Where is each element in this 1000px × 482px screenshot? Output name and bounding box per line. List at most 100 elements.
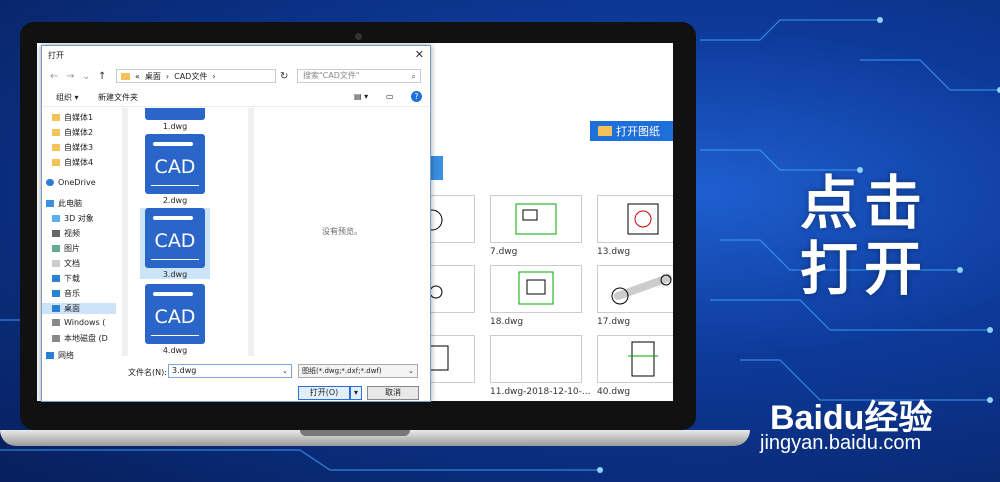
video-icon — [52, 230, 60, 237]
file-item-3[interactable]: CAD 3.dwg — [140, 208, 210, 279]
nav-item-media2[interactable]: 自媒体2 — [52, 127, 93, 138]
thumbnail-partial[interactable] — [427, 335, 475, 383]
search-icon: ⌕ — [411, 72, 416, 81]
chevron-down-icon[interactable]: ⌄ — [82, 71, 90, 82]
view-options-icon[interactable]: ▤ ▾ — [354, 92, 368, 101]
forward-arrow-icon[interactable]: → — [66, 71, 74, 82]
nav-item-onedrive[interactable]: OneDrive — [46, 178, 96, 187]
cancel-button[interactable]: 取消 — [367, 386, 419, 400]
webcam — [355, 33, 362, 40]
nav-scrollbar[interactable] — [122, 108, 128, 356]
open-drawing-label: 打开图纸 — [616, 125, 660, 138]
network-icon — [46, 352, 54, 359]
open-dropdown-button[interactable]: ▾ — [350, 386, 362, 400]
file-item-1[interactable]: 1.dwg — [140, 108, 210, 131]
new-folder-button[interactable]: 新建文件夹 — [98, 92, 138, 103]
breadcrumb-root: « — [135, 71, 140, 81]
back-arrow-icon[interactable]: ← — [50, 71, 58, 82]
cube-icon — [52, 215, 60, 222]
organize-button[interactable]: 组织 ▾ — [56, 92, 79, 103]
nav-item-network[interactable]: 网络 — [46, 350, 74, 361]
thumbnail-label: 11.dwg-2018-12-10-... — [490, 387, 591, 397]
cad-file-icon: CAD — [145, 208, 205, 268]
filename-label: 文件名(N): — [128, 368, 167, 377]
file-list: 1.dwg CAD 2.dwg CAD 3.dwg CAD 4.dwg — [130, 108, 250, 358]
refresh-icon[interactable]: ↻ — [280, 71, 288, 82]
file-scrollbar[interactable] — [248, 108, 254, 356]
search-placeholder: 搜索"CAD文件" — [303, 71, 360, 80]
picture-icon — [52, 245, 60, 252]
folder-icon — [121, 72, 130, 80]
nav-item-windows-drive[interactable]: Windows ( — [52, 318, 105, 327]
preview-message: 没有预览。 — [322, 227, 362, 236]
nav-item-music[interactable]: 音乐 — [52, 288, 80, 299]
chevron-down-icon[interactable]: ⌄ — [282, 365, 288, 377]
preview-pane: 没有预览。 — [257, 108, 427, 358]
thumbnail-label: 17.dwg — [597, 317, 631, 327]
computer-icon — [46, 200, 54, 207]
search-input[interactable]: 搜索"CAD文件" ⌕ — [297, 69, 421, 83]
breadcrumb[interactable]: « 桌面 › CAD文件 › — [116, 69, 276, 83]
thumbnail-11[interactable] — [490, 335, 582, 383]
nav-item-3d[interactable]: 3D 对象 — [52, 213, 94, 224]
preview-pane-icon[interactable]: ▭ — [386, 92, 394, 101]
drive-icon — [52, 319, 60, 326]
thumbnail-7[interactable] — [490, 195, 582, 243]
breadcrumb-cad[interactable]: CAD文件 — [174, 71, 207, 82]
thumbnail-partial[interactable] — [421, 195, 475, 243]
nav-item-pictures[interactable]: 图片 — [52, 243, 80, 254]
download-icon — [52, 275, 60, 282]
folder-icon — [52, 129, 60, 136]
nav-item-local-disk[interactable]: 本地磁盘 (D — [52, 333, 108, 344]
navigation-pane: 自媒体1 自媒体2 自媒体3 自媒体4 OneDrive 此电脑 3D 对象 视… — [42, 108, 122, 361]
laptop-notch — [300, 430, 410, 436]
thumbnail-40[interactable] — [597, 335, 673, 383]
open-file-dialog: 打开 ✕ ← → ⌄ ↑ « 桌面 › CAD文件 › ↻ 搜索"CAD文件" … — [41, 45, 431, 402]
help-icon[interactable]: ? — [411, 91, 422, 102]
nav-item-media3[interactable]: 自媒体3 — [52, 142, 93, 153]
close-icon[interactable]: ✕ — [415, 48, 424, 61]
caption: 点击 打开 — [800, 170, 928, 302]
thumbnail-18[interactable] — [490, 265, 582, 313]
address-row: ← → ⌄ ↑ « 桌面 › CAD文件 › ↻ 搜索"CAD文件" ⌕ — [42, 68, 430, 86]
file-item-2[interactable]: CAD 2.dwg — [140, 134, 210, 205]
nav-item-downloads[interactable]: 下载 — [52, 273, 80, 284]
file-item-4[interactable]: CAD 4.dwg — [140, 284, 210, 355]
file-type-select[interactable]: 图纸(*.dwg;*.dxf;*.dwf) ⌄ — [298, 364, 418, 378]
breadcrumb-desktop[interactable]: 桌面 — [145, 71, 161, 82]
dialog-title: 打开 — [48, 51, 64, 60]
nav-item-videos[interactable]: 视频 — [52, 228, 80, 239]
breadcrumb-separator: › — [165, 71, 170, 81]
watermark-url: jingyan.baidu.com — [760, 432, 922, 454]
up-arrow-icon[interactable]: ↑ — [98, 71, 106, 82]
cad-file-icon — [145, 108, 205, 120]
open-button[interactable]: 打开(O) — [298, 386, 350, 400]
nav-item-media4[interactable]: 自媒体4 — [52, 157, 93, 168]
document-icon — [52, 260, 60, 267]
folder-icon — [52, 144, 60, 151]
nav-item-media1[interactable]: 自媒体1 — [52, 112, 93, 123]
music-icon — [52, 290, 60, 297]
thumbnail-label: 7.dwg — [490, 247, 518, 257]
caption-line-1: 点击 — [800, 169, 929, 237]
nav-item-desktop[interactable]: 桌面 — [42, 303, 116, 314]
cloud-icon — [46, 179, 54, 186]
drive-icon — [52, 335, 60, 342]
thumbnail-17[interactable] — [597, 265, 673, 313]
thumbnail-13[interactable] — [597, 195, 673, 243]
nav-item-this-pc[interactable]: 此电脑 — [46, 198, 82, 209]
folder-icon — [52, 114, 60, 121]
thumbnail-label: 13.dwg — [597, 247, 631, 257]
thumbnail-partial[interactable] — [427, 265, 475, 313]
folder-icon — [598, 126, 612, 136]
folder-icon — [52, 159, 60, 166]
thumbnail-label: 18.dwg — [490, 317, 524, 327]
caption-line-2: 打开 — [800, 235, 929, 303]
desktop-icon — [52, 305, 60, 312]
breadcrumb-separator: › — [212, 71, 216, 81]
open-drawing-button[interactable]: 打开图纸 — [590, 121, 673, 141]
nav-item-documents[interactable]: 文档 — [52, 258, 80, 269]
filename-input[interactable]: 3.dwg ⌄ — [168, 364, 292, 378]
chevron-down-icon: ⌄ — [408, 367, 414, 375]
cad-file-icon: CAD — [145, 134, 205, 194]
